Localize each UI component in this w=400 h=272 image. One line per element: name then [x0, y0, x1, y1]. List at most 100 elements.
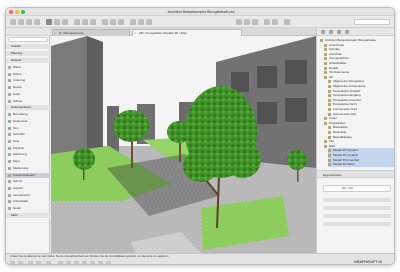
toolbox-tool[interactable]: Schraffur	[6, 132, 50, 137]
toolbox-label: Detail	[13, 206, 21, 210]
view-map-icon[interactable]	[329, 30, 333, 34]
minimize-window-button[interactable]	[15, 10, 19, 14]
renovation-filter-button[interactable]	[90, 261, 95, 264]
zoom-in-button[interactable]	[28, 261, 33, 264]
arrow-tool-icon[interactable]	[46, 19, 52, 25]
layer-combination-button[interactable]	[66, 261, 71, 264]
properties-control[interactable]	[323, 214, 391, 218]
fit-in-window-button[interactable]	[46, 261, 51, 264]
properties-header: Eigenschaften	[317, 170, 394, 178]
pen-set-button[interactable]	[74, 261, 79, 264]
structure-display-button[interactable]	[98, 261, 103, 264]
graphic-override-button[interactable]	[106, 261, 111, 264]
guide-icon[interactable]	[82, 19, 88, 25]
marquee-tool-icon[interactable]	[54, 19, 60, 25]
render-icon[interactable]	[118, 19, 124, 25]
properties-control[interactable]	[323, 206, 391, 210]
floor-plan-icon[interactable]	[130, 19, 136, 25]
3d-scene[interactable]	[51, 36, 316, 253]
open-icon[interactable]	[10, 19, 16, 25]
toolbox-section[interactable]: Dokumentieren	[6, 105, 50, 111]
tool-icon	[8, 153, 11, 157]
grid-icon[interactable]	[90, 19, 96, 25]
orbit-icon[interactable]	[110, 19, 116, 25]
tool-icon	[8, 92, 11, 96]
toolbox-tool[interactable]: Markierung	[6, 166, 50, 171]
toolbox-tool[interactable]: Decke	[6, 85, 50, 90]
toolbox-tool[interactable]: Zeichnung	[6, 152, 50, 157]
toolbox-label: Schraffur	[13, 132, 26, 137]
properties-control[interactable]	[323, 222, 391, 226]
search-input[interactable]	[354, 19, 390, 25]
scale-button[interactable]	[58, 261, 63, 264]
publish-icon[interactable]	[272, 19, 278, 25]
toolbox-label: Markierung	[13, 165, 29, 170]
toolbox-tool[interactable]: Polylinie	[6, 146, 50, 151]
toolbox-tool[interactable]: Arbeitsblatt	[6, 199, 50, 204]
toolbox-section[interactable]: Planung	[6, 51, 50, 56]
tab-3d-perspective[interactable]: × [3D / Perspektive Vorplatz 3D / Alle]	[132, 29, 242, 36]
publisher-icon[interactable]	[345, 30, 349, 34]
properties-control[interactable]	[323, 198, 391, 202]
teamwork-icon[interactable]	[264, 19, 270, 25]
snap-icon[interactable]	[74, 19, 80, 25]
section-icon[interactable]	[138, 19, 144, 25]
toolbox-tool[interactable]: Linie	[6, 139, 50, 144]
tool-icon	[8, 133, 11, 137]
toolbox-tool[interactable]: Schnitt	[6, 179, 50, 184]
zoom-in-icon[interactable]	[236, 19, 242, 25]
toolbox-tool[interactable]: Figur	[6, 159, 50, 164]
layout-book-icon[interactable]	[337, 30, 341, 34]
model-view-button[interactable]	[82, 261, 87, 264]
toolbox-tool[interactable]: Unterzug	[6, 78, 50, 83]
settings-icon[interactable]	[284, 19, 290, 25]
fit-window-icon[interactable]	[252, 19, 258, 25]
undo-view-icon[interactable]	[10, 261, 15, 264]
3d-view-icon[interactable]	[102, 19, 108, 25]
redo-icon[interactable]	[34, 19, 40, 25]
toolbox-tool[interactable]: Innenansicht	[6, 193, 50, 198]
toolbox-section[interactable]: Ansicht	[6, 44, 50, 49]
undo-icon[interactable]	[26, 19, 32, 25]
tool-icon	[8, 99, 11, 103]
brand-label: GRAPHISOFT ID	[354, 260, 383, 264]
zoom-out-icon[interactable]	[244, 19, 250, 25]
toolbox-search-input[interactable]	[8, 37, 48, 42]
close-window-button[interactable]	[9, 10, 13, 14]
toolbox-tool[interactable]: Dach	[6, 92, 50, 97]
toolbox-tool[interactable]: Detail	[6, 206, 50, 211]
tool-icon	[8, 126, 11, 130]
toolbox-tool[interactable]: Ansichtselement	[6, 172, 50, 178]
toolbox-tool[interactable]: Höhenkote	[6, 119, 50, 124]
toolbox-tool[interactable]: Bemaßung	[6, 112, 50, 117]
toolbox-label: Zeichnung	[13, 152, 28, 157]
toolbox-tool[interactable]: Ansicht	[6, 186, 50, 191]
folder-icon	[328, 135, 331, 139]
toolbox-section[interactable]: Entwurf	[6, 58, 50, 63]
tool-icon	[8, 66, 11, 69]
tool-icon	[8, 173, 11, 177]
elevation-icon[interactable]	[146, 19, 152, 25]
toolbox-label: Mehr	[11, 212, 18, 217]
toolbox-label: Ansicht	[13, 185, 23, 190]
navigator-item[interactable]: Modell 3D Dach	[328, 162, 394, 168]
redo-view-icon[interactable]	[18, 261, 23, 264]
toolbox-section[interactable]: Mehr	[6, 212, 50, 218]
toolbox-label: Planung	[11, 51, 23, 55]
save-icon[interactable]	[18, 19, 24, 25]
maximize-window-button[interactable]	[21, 10, 25, 14]
toolbox-tool[interactable]: Schale	[6, 99, 50, 104]
3d-viewport[interactable]	[51, 36, 316, 253]
zoom-out-button[interactable]	[36, 261, 41, 264]
layer-icon[interactable]	[62, 19, 68, 25]
folder-icon	[328, 89, 331, 93]
toolbox-tool[interactable]: Stütze	[6, 72, 50, 77]
toolbox-tool[interactable]: Text	[6, 126, 50, 131]
folder-icon	[324, 52, 327, 56]
toolbox-label: Innenansicht	[13, 192, 31, 197]
toolbox-tool[interactable]: Wand	[6, 65, 50, 70]
properties-view-field[interactable]: 3D / Alle	[323, 185, 391, 192]
project-map-icon[interactable]	[321, 30, 325, 34]
building-left-side	[87, 36, 103, 158]
tab-floor-plan[interactable]: × [1. Obergeschoss]	[52, 29, 130, 36]
